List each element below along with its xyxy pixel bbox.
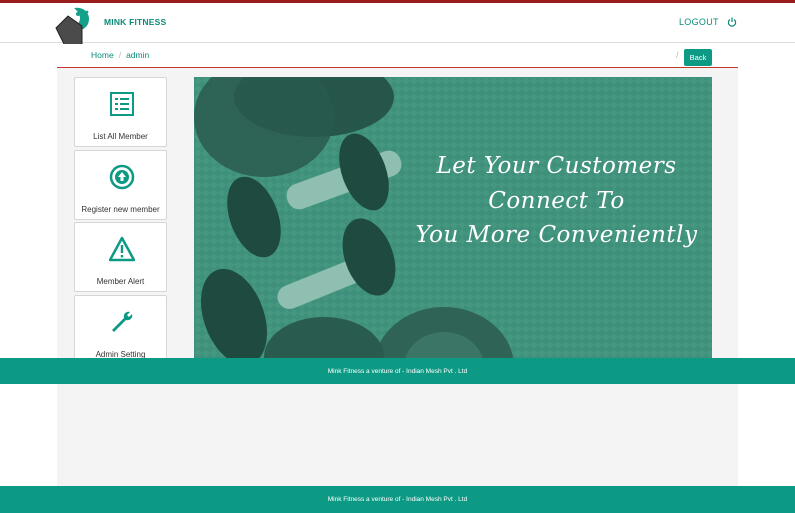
breadcrumb-current[interactable]: admin xyxy=(126,50,149,60)
power-icon xyxy=(727,17,736,27)
page-footer: Mink Fitness a venture of - Indian Mesh … xyxy=(0,486,795,513)
dumbbell-illustration xyxy=(194,77,712,358)
card-label: Register new member xyxy=(81,205,160,214)
back-button[interactable]: Back xyxy=(684,49,712,66)
card-member-alert[interactable]: Member Alert xyxy=(74,222,167,292)
back-separator: / xyxy=(676,50,679,60)
footer-text: Mink Fitness a venture of - Indian Mesh … xyxy=(327,368,468,375)
overlay-footer: Mink Fitness a venture of - Indian Mesh … xyxy=(0,358,795,384)
banner-line-2: Connect To xyxy=(488,188,625,214)
card-label: List All Member xyxy=(93,132,148,141)
card-list-all-member[interactable]: List All Member xyxy=(74,77,167,147)
wrench-icon xyxy=(112,311,133,332)
breadcrumb-bar xyxy=(57,44,738,68)
hero-banner: Let Your Customers Connect To You More C… xyxy=(194,77,712,358)
arrow-up-circle-icon xyxy=(109,164,135,190)
logout-label: LOGOUT xyxy=(679,17,719,27)
card-label: Member Alert xyxy=(96,277,145,286)
logout-button[interactable]: LOGOUT xyxy=(679,17,737,27)
list-icon xyxy=(110,92,134,116)
breadcrumb-home[interactable]: Home xyxy=(91,50,114,60)
app-header: MINK FITNESS LOGOUT xyxy=(0,3,795,43)
footer-text: Mink Fitness a venture of - Indian Mesh … xyxy=(327,496,468,503)
breadcrumb-separator: / xyxy=(118,50,122,60)
brand-name[interactable]: MINK FITNESS xyxy=(104,17,166,27)
banner-line-3: You More Conveniently xyxy=(415,222,698,248)
card-admin-setting[interactable]: Admin Setting xyxy=(74,295,167,365)
warning-triangle-icon xyxy=(109,236,135,262)
banner-line-1: Let Your Customers xyxy=(436,153,677,179)
breadcrumb: Home / admin xyxy=(91,50,149,60)
card-register-new-member[interactable]: Register new member xyxy=(74,150,167,220)
